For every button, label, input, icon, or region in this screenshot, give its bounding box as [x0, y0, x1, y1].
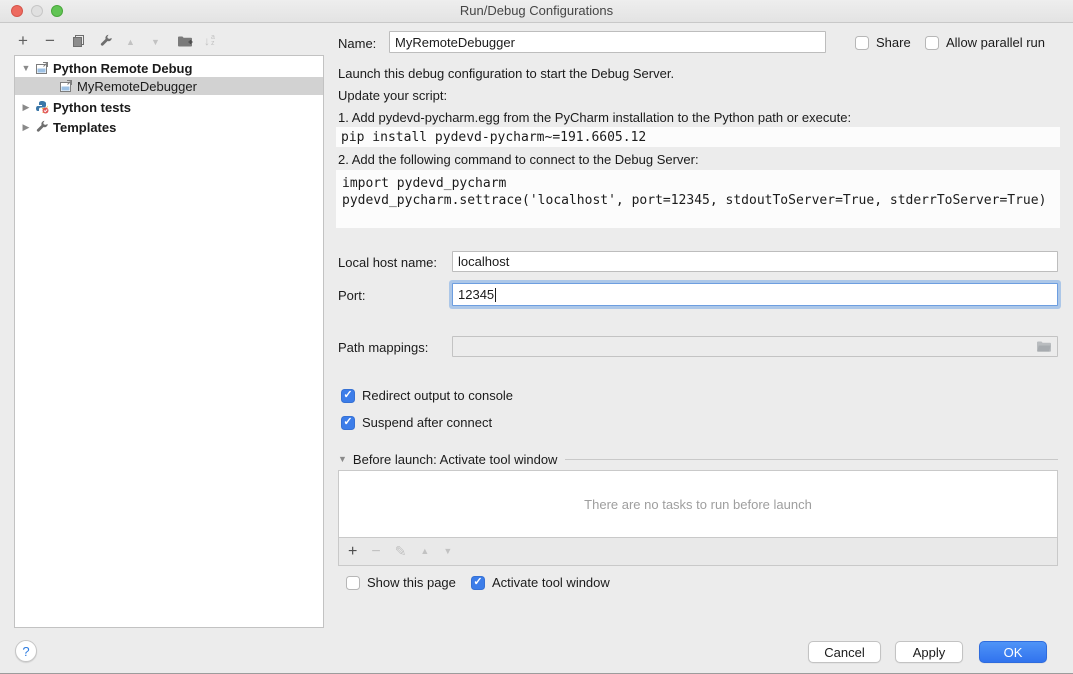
allow-parallel-run-label: Allow parallel run: [946, 35, 1045, 50]
step2-text: 2. Add the following command to connect …: [338, 152, 699, 167]
wrench-icon: [99, 34, 113, 48]
remote-debug-config-icon: [35, 61, 49, 75]
tree-item-python-tests[interactable]: ▶ Python tests: [15, 98, 323, 116]
check-icon: ✓: [343, 417, 352, 428]
check-icon: ✓: [473, 577, 482, 588]
wrench-icon: [35, 120, 49, 134]
activate-tool-window-checkbox[interactable]: ✓: [471, 576, 485, 590]
local-host-name-input[interactable]: [452, 251, 1058, 272]
remove-configuration-icon[interactable]: −: [45, 32, 55, 49]
sort-arrow-glyph: ↓: [204, 34, 210, 48]
header-rule: [565, 459, 1058, 460]
move-down-icon: ▼: [151, 38, 160, 47]
expanded-triangle-icon[interactable]: ▼: [21, 64, 31, 73]
tree-item-label: MyRemoteDebugger: [77, 79, 197, 94]
collapsed-triangle-icon[interactable]: ▶: [21, 123, 31, 132]
move-up-icon: ▲: [126, 38, 135, 47]
tree-item-label: Python tests: [53, 100, 131, 115]
name-label: Name:: [338, 36, 376, 51]
show-this-page-row: Show this page: [346, 575, 456, 590]
activate-tool-window-label: Activate tool window: [492, 575, 610, 590]
port-label: Port:: [338, 288, 365, 303]
suspend-after-connect-row: ✓ Suspend after connect: [341, 415, 492, 430]
python-tests-icon: [35, 100, 49, 114]
window-title: Run/Debug Configurations: [0, 3, 1073, 18]
show-this-page-label: Show this page: [367, 575, 456, 590]
settrace-code-line: pydevd_pycharm.settrace('localhost', por…: [342, 192, 1054, 209]
allow-parallel-run-checkbox-row: Allow parallel run: [925, 35, 1045, 50]
redirect-output-checkbox[interactable]: ✓: [341, 389, 355, 403]
pip-install-code: pip install pydevd-pycharm~=191.6605.12: [336, 127, 1060, 147]
share-checkbox-row: Share: [855, 35, 911, 50]
configurations-tree: ▼ Python Remote Debug MyRemoteDebugger: [14, 55, 324, 628]
edit-task-icon: ✎: [395, 543, 407, 560]
add-task-icon[interactable]: +: [348, 543, 357, 560]
before-launch-title: Before launch: Activate tool window: [353, 452, 558, 467]
tree-item-templates[interactable]: ▶ Templates: [15, 118, 323, 136]
update-script-text: Update your script:: [338, 88, 447, 103]
import-code-line: import pydevd_pycharm: [342, 175, 1054, 192]
edit-templates-icon[interactable]: [99, 34, 113, 51]
help-button[interactable]: ?: [15, 640, 37, 662]
port-value: 12345: [458, 287, 494, 302]
allow-parallel-run-checkbox[interactable]: [925, 36, 939, 50]
before-launch-header[interactable]: ▼ Before launch: Activate tool window: [338, 452, 1058, 467]
cancel-button-label: Cancel: [824, 645, 864, 660]
section-expanded-triangle-icon[interactable]: ▼: [338, 455, 347, 464]
check-icon: ✓: [343, 390, 352, 401]
copy-configuration-icon[interactable]: [72, 34, 86, 51]
add-configuration-icon[interactable]: +: [18, 32, 28, 49]
browse-folder-icon[interactable]: [1036, 340, 1052, 353]
tree-item-myremotedebugger[interactable]: MyRemoteDebugger: [15, 77, 323, 95]
share-checkbox[interactable]: [855, 36, 869, 50]
folder-plus-icon: [177, 34, 193, 48]
suspend-after-connect-checkbox[interactable]: ✓: [341, 416, 355, 430]
text-caret: [495, 288, 496, 302]
move-task-down-icon: ▼: [443, 547, 452, 556]
new-folder-icon[interactable]: [177, 34, 193, 51]
suspend-after-connect-label: Suspend after connect: [362, 415, 492, 430]
settrace-code-block: import pydevd_pycharm pydevd_pycharm.set…: [336, 170, 1060, 228]
ok-button-label: OK: [1004, 645, 1023, 660]
before-launch-task-list[interactable]: There are no tasks to run before launch: [338, 470, 1058, 538]
share-label: Share: [876, 35, 911, 50]
step1-text: 1. Add pydevd-pycharm.egg from the PyCha…: [338, 110, 851, 125]
pip-install-code-text: pip install pydevd-pycharm~=191.6605.12: [341, 130, 646, 145]
redirect-output-row: ✓ Redirect output to console: [341, 388, 513, 403]
task-list-toolbar: + − ✎ ▲ ▼: [338, 538, 1058, 566]
show-this-page-checkbox[interactable]: [346, 576, 360, 590]
move-task-up-icon: ▲: [420, 547, 429, 556]
redirect-output-label: Redirect output to console: [362, 388, 513, 403]
local-host-name-label: Local host name:: [338, 255, 437, 270]
path-mappings-label: Path mappings:: [338, 340, 428, 355]
activate-tool-window-row: ✓ Activate tool window: [471, 575, 610, 590]
collapsed-triangle-icon[interactable]: ▶: [21, 103, 31, 112]
remote-debug-config-icon: [59, 79, 73, 93]
path-mappings-input[interactable]: [452, 336, 1058, 357]
sort-letter-z: z: [211, 41, 215, 47]
empty-task-list-text: There are no tasks to run before launch: [584, 497, 812, 512]
apply-button-label: Apply: [913, 645, 946, 660]
cancel-button[interactable]: Cancel: [808, 641, 881, 663]
run-debug-configurations-dialog: Run/Debug Configurations + − ▲ ▼ ↓ a z ▼: [0, 0, 1073, 674]
question-mark-icon: ?: [22, 644, 29, 659]
apply-button[interactable]: Apply: [895, 641, 963, 663]
title-bar: Run/Debug Configurations: [0, 0, 1073, 23]
tree-item-label: Python Remote Debug: [53, 61, 192, 76]
tree-item-python-remote-debug[interactable]: ▼ Python Remote Debug: [15, 59, 323, 77]
tree-item-label: Templates: [53, 120, 116, 135]
remove-task-icon: −: [371, 543, 380, 560]
copy-icon: [72, 34, 86, 48]
name-input[interactable]: [389, 31, 826, 53]
ok-button[interactable]: OK: [979, 641, 1047, 663]
port-input[interactable]: 12345: [452, 283, 1058, 306]
intro-text: Launch this debug configuration to start…: [338, 66, 674, 81]
sort-configurations-icon: ↓ a z: [204, 34, 215, 48]
